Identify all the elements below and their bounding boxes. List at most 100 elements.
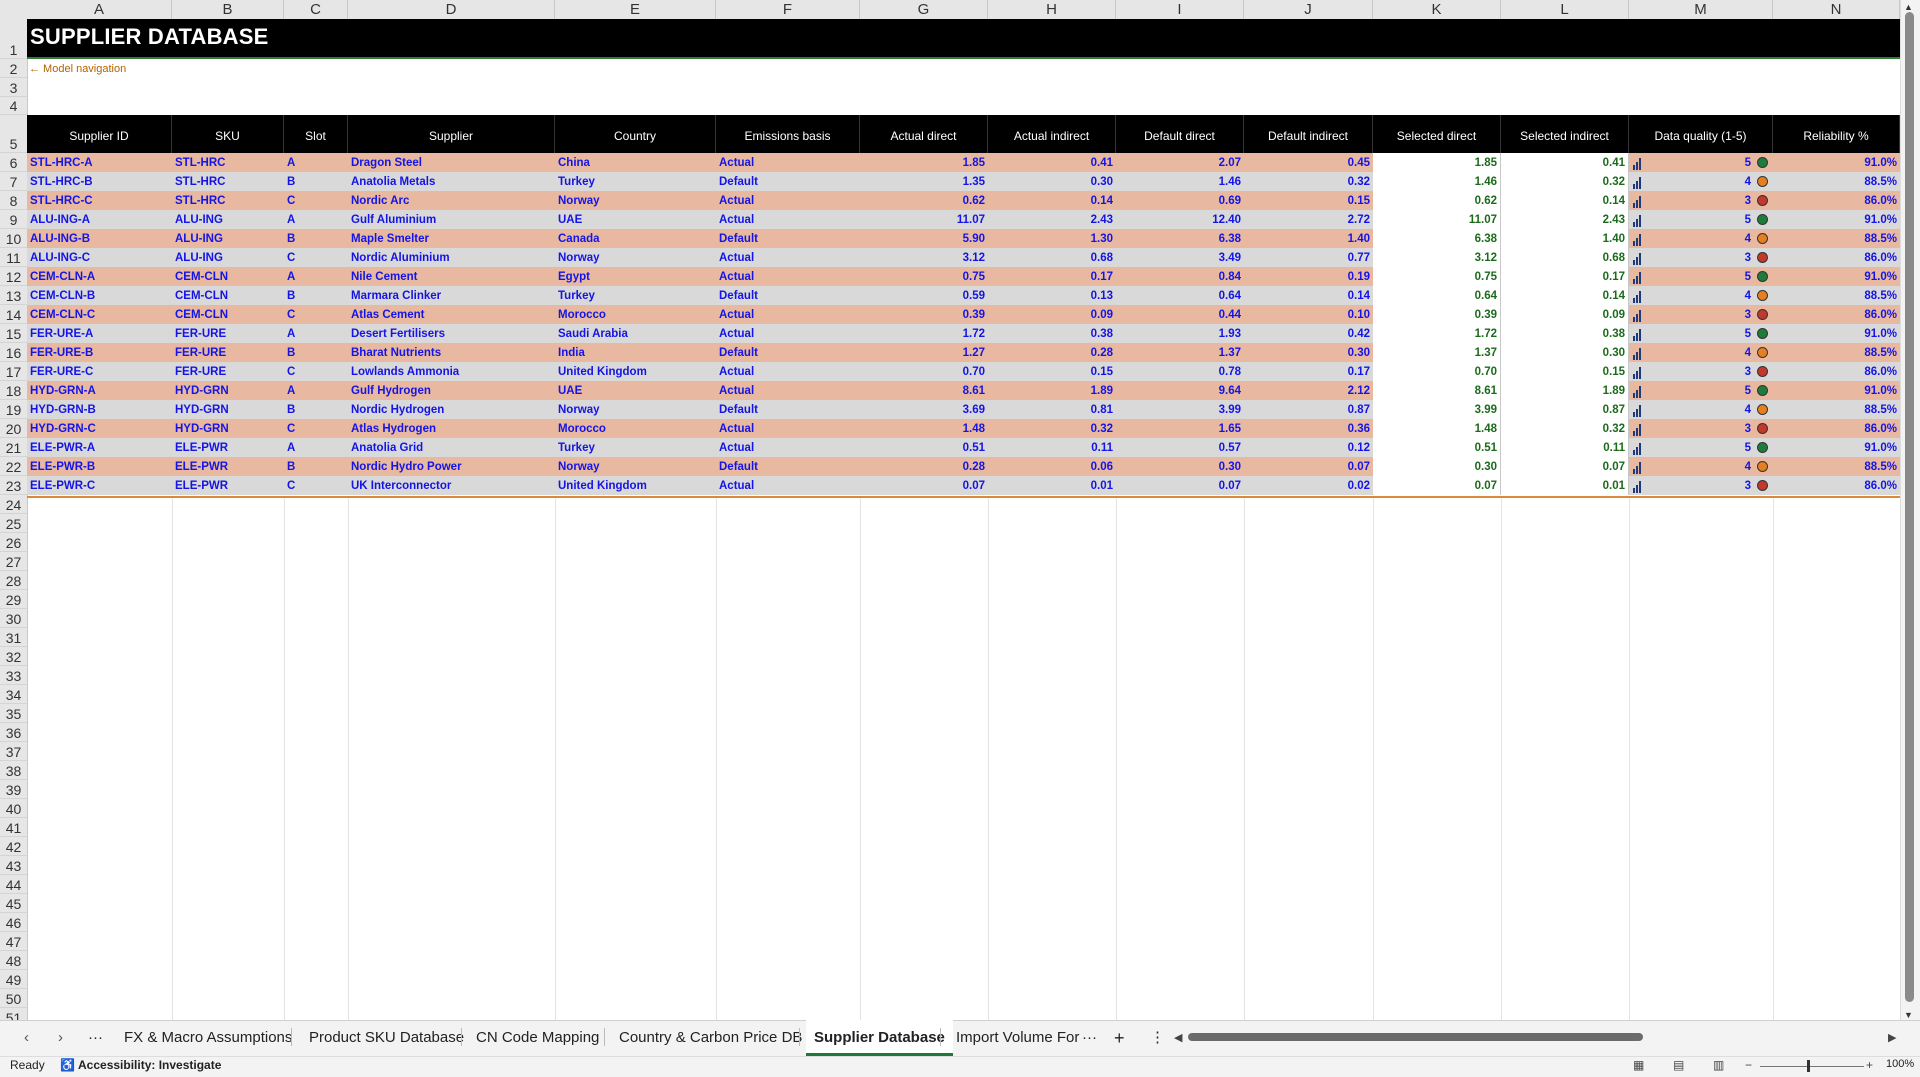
row-header-28[interactable]: 28 (0, 571, 27, 590)
cell-si[interactable]: 0.14 (1501, 191, 1629, 210)
row-header-26[interactable]: 26 (0, 533, 27, 552)
row-header-11[interactable]: 11 (0, 248, 27, 267)
cell-sku[interactable]: STL-HRC (172, 191, 284, 210)
cell-dd[interactable]: 3.49 (1116, 248, 1244, 267)
row-header-16[interactable]: 16 (0, 343, 27, 362)
cell-di[interactable]: 0.36 (1244, 419, 1373, 438)
cell-si[interactable]: 0.38 (1501, 324, 1629, 343)
cell-country[interactable]: Norway (555, 191, 716, 210)
row-header-5[interactable]: 5 (0, 115, 27, 153)
cell-di[interactable]: 0.02 (1244, 476, 1373, 495)
cell-dd[interactable]: 0.64 (1116, 286, 1244, 305)
horizontal-scroll-thumb[interactable] (1188, 1033, 1643, 1041)
cell-sd[interactable]: 1.46 (1373, 172, 1501, 191)
cell-sku[interactable]: ALU-ING (172, 248, 284, 267)
tab-scroll-left-icon[interactable]: ‹ (24, 1020, 29, 1056)
cell-slot[interactable]: A (284, 267, 348, 286)
column-header-e[interactable]: E (555, 0, 716, 19)
cell-country[interactable]: Morocco (555, 419, 716, 438)
cell-ai[interactable]: 0.09 (988, 305, 1116, 324)
row-header-17[interactable]: 17 (0, 362, 27, 381)
row-header-42[interactable]: 42 (0, 837, 27, 856)
cell-dd[interactable]: 1.65 (1116, 419, 1244, 438)
cell-id[interactable]: FER-URE-B (27, 343, 172, 362)
column-header-h[interactable]: H (988, 0, 1116, 19)
cell-di[interactable]: 0.32 (1244, 172, 1373, 191)
normal-view-icon[interactable]: ▦ (1633, 1058, 1644, 1072)
cell-slot[interactable]: C (284, 191, 348, 210)
cell-id[interactable]: FER-URE-A (27, 324, 172, 343)
zoom-in-icon[interactable]: + (1866, 1058, 1873, 1072)
cell-slot[interactable]: A (284, 210, 348, 229)
row-header-2[interactable]: 2 (0, 59, 27, 78)
cell-supplier[interactable]: Marmara Clinker (348, 286, 555, 305)
table-header-reliability[interactable]: Reliability % (1773, 115, 1900, 153)
row-header-1[interactable]: 1 (0, 19, 27, 59)
cell-si[interactable]: 0.87 (1501, 400, 1629, 419)
cell-sku[interactable]: CEM-CLN (172, 305, 284, 324)
cell-sd[interactable]: 0.70 (1373, 362, 1501, 381)
cell-rel[interactable]: 91.0% (1773, 153, 1900, 172)
row-header-50[interactable]: 50 (0, 989, 27, 1008)
cell-ai[interactable]: 0.01 (988, 476, 1116, 495)
cell-di[interactable]: 0.17 (1244, 362, 1373, 381)
cell-rel[interactable]: 91.0% (1773, 324, 1900, 343)
cell-basis[interactable]: Default (716, 286, 860, 305)
column-header-k[interactable]: K (1373, 0, 1501, 19)
cell-rel[interactable]: 88.5% (1773, 172, 1900, 191)
column-header-f[interactable]: F (716, 0, 860, 19)
cell-dd[interactable]: 2.07 (1116, 153, 1244, 172)
cell-ad[interactable]: 3.12 (860, 248, 988, 267)
cell-id[interactable]: FER-URE-C (27, 362, 172, 381)
cell-dd[interactable]: 1.37 (1116, 343, 1244, 362)
row-header-35[interactable]: 35 (0, 704, 27, 723)
cell-sd[interactable]: 0.07 (1373, 476, 1501, 495)
row-header-23[interactable]: 23 (0, 476, 27, 495)
cell-ai[interactable]: 0.15 (988, 362, 1116, 381)
cell-supplier[interactable]: Nordic Arc (348, 191, 555, 210)
cell-sku[interactable]: FER-URE (172, 362, 284, 381)
scroll-up-icon[interactable]: ▲ (1904, 2, 1913, 12)
cell-sku[interactable]: CEM-CLN (172, 286, 284, 305)
table-header-sku[interactable]: SKU (172, 115, 284, 153)
cell-id[interactable]: STL-HRC-B (27, 172, 172, 191)
cell-country[interactable]: UAE (555, 210, 716, 229)
zoom-slider[interactable] (1760, 1066, 1864, 1067)
row-header-49[interactable]: 49 (0, 970, 27, 989)
cell-si[interactable]: 0.01 (1501, 476, 1629, 495)
row-header-29[interactable]: 29 (0, 590, 27, 609)
cell-rel[interactable]: 86.0% (1773, 191, 1900, 210)
row-header-3[interactable]: 3 (0, 78, 27, 97)
table-header-emissions-basis[interactable]: Emissions basis (716, 115, 860, 153)
accessibility-status[interactable]: Accessibility: Investigate (78, 1058, 221, 1072)
page-layout-icon[interactable]: ▤ (1673, 1058, 1684, 1072)
cell-supplier[interactable]: Bharat Nutrients (348, 343, 555, 362)
cell-basis[interactable]: Actual (716, 153, 860, 172)
cell-ad[interactable]: 1.27 (860, 343, 988, 362)
cell-id[interactable]: ELE-PWR-A (27, 438, 172, 457)
cell-supplier[interactable]: Gulf Hydrogen (348, 381, 555, 400)
row-header-10[interactable]: 10 (0, 229, 27, 248)
row-header-38[interactable]: 38 (0, 761, 27, 780)
cell-country[interactable]: China (555, 153, 716, 172)
cell-di[interactable]: 1.40 (1244, 229, 1373, 248)
row-header-34[interactable]: 34 (0, 685, 27, 704)
accessibility-icon[interactable]: ♿ (60, 1058, 75, 1072)
row-header-30[interactable]: 30 (0, 609, 27, 628)
cell-rel[interactable]: 91.0% (1773, 210, 1900, 229)
cell-si[interactable]: 0.15 (1501, 362, 1629, 381)
cell-sku[interactable]: HYD-GRN (172, 400, 284, 419)
cell-rel[interactable]: 88.5% (1773, 286, 1900, 305)
cell-slot[interactable]: A (284, 381, 348, 400)
column-header-i[interactable]: I (1116, 0, 1244, 19)
cell-id[interactable]: ALU-ING-A (27, 210, 172, 229)
cell-dq[interactable]: 4 (1629, 229, 1773, 248)
cell-dd[interactable]: 12.40 (1116, 210, 1244, 229)
cell-slot[interactable]: B (284, 172, 348, 191)
cell-supplier[interactable]: Atlas Hydrogen (348, 419, 555, 438)
cell-basis[interactable]: Default (716, 400, 860, 419)
cell-rel[interactable]: 88.5% (1773, 400, 1900, 419)
cell-dq[interactable]: 5 (1629, 210, 1773, 229)
row-header-19[interactable]: 19 (0, 400, 27, 419)
cell-slot[interactable]: A (284, 324, 348, 343)
